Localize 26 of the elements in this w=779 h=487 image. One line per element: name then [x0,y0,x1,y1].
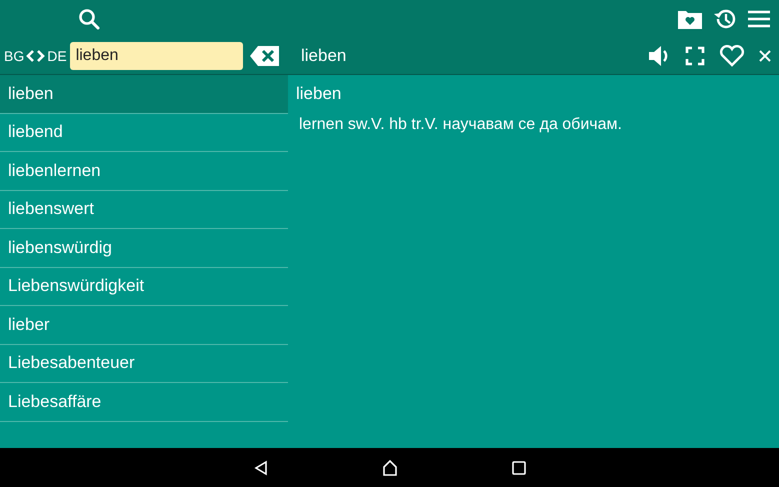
word-list-item[interactable]: liebenswürdig [0,229,288,268]
word-list-item[interactable]: lieber [0,306,288,344]
word-list-item[interactable]: lieben [0,75,288,114]
word-list-item[interactable]: liebenlernen [0,152,288,190]
entry-headword: lieben [296,84,342,104]
word-list-item[interactable]: liebend [0,114,288,152]
fullscreen-icon[interactable] [685,46,705,66]
word-list-item[interactable]: Liebenswürdigkeit [0,268,288,306]
chevron-right-icon[interactable] [36,48,46,62]
heart-icon[interactable] [719,44,745,66]
entry-title: lieben [301,46,346,66]
search-icon[interactable] [77,6,101,30]
word-list-item[interactable]: Liebesabenteuer [0,344,288,383]
chevron-left-icon[interactable] [25,48,36,62]
close-icon[interactable] [759,50,771,62]
back-icon[interactable] [254,460,268,476]
recents-icon[interactable] [512,460,526,474]
source-language[interactable]: BG [4,48,24,64]
word-list-item[interactable]: liebenswert [0,190,288,229]
clear-icon[interactable] [250,44,280,66]
target-language[interactable]: DE [47,48,67,64]
menu-icon[interactable] [747,8,771,28]
search-field[interactable]: lieben [70,42,243,70]
entry-definition: lernen sw.V. hb tr.V. научавам се да обичам. [298,116,622,134]
word-list-item[interactable]: Liebesaffäre [0,383,288,422]
home-icon[interactable] [382,460,398,476]
